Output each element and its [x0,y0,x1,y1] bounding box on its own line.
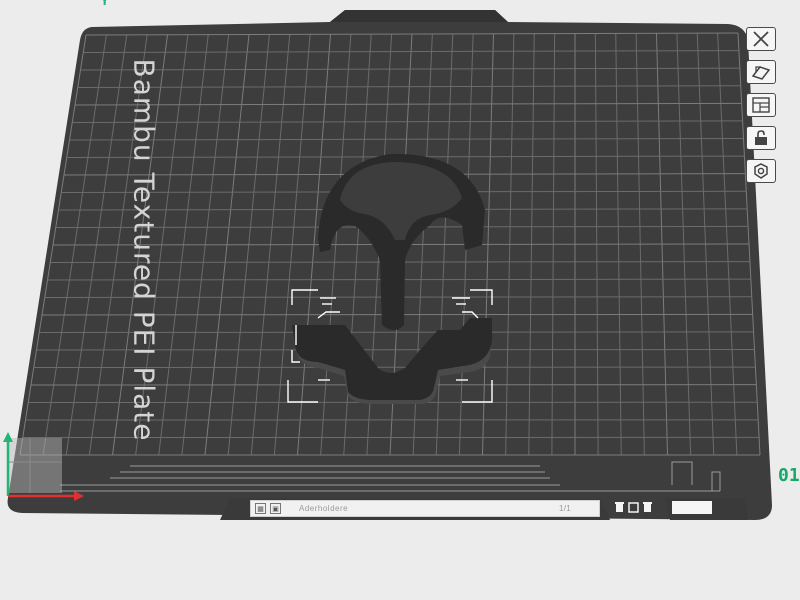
square-icon [628,502,639,513]
plate-index: 1/1 [558,504,571,513]
plate-tab-slot[interactable] [672,501,712,514]
object-list-bar: ▦ ▣ Aderholdere 1/1 [250,500,600,517]
plate-actions [614,501,653,513]
gear-icon [754,163,768,179]
delete-plate-button[interactable] [614,501,625,513]
grid-view-icon[interactable]: ▦ [255,503,266,514]
3d-viewport[interactable]: Bambu Textured PEI Plate Y 01 ▦ ▣ Aderho… [0,0,800,600]
lock-icon [755,130,767,145]
plate-settings-button[interactable] [746,159,776,183]
origin-marker [8,438,62,493]
plate-handle [330,10,508,22]
image-view-icon[interactable]: ▣ [270,503,281,514]
plate-toolbar [746,27,776,183]
lock-plate-button[interactable] [746,126,776,150]
arrange-button[interactable] [746,93,776,117]
plate-preview-button[interactable] [628,501,639,513]
arrange-icon [752,97,770,113]
delete-objects-button[interactable] [642,501,653,513]
trash-icon [643,502,652,512]
close-icon [753,31,769,47]
plate-number-readout: 01 [778,465,800,486]
orient-icon [751,66,771,80]
plate-type-label: Bambu Textured PEI Plate [127,58,161,442]
trash-icon [615,502,624,512]
auto-orient-button[interactable] [746,60,776,84]
axis-y-label: Y [100,0,110,8]
close-plate-button[interactable] [746,27,776,51]
plate-name-field[interactable]: Aderholdere [299,504,348,513]
